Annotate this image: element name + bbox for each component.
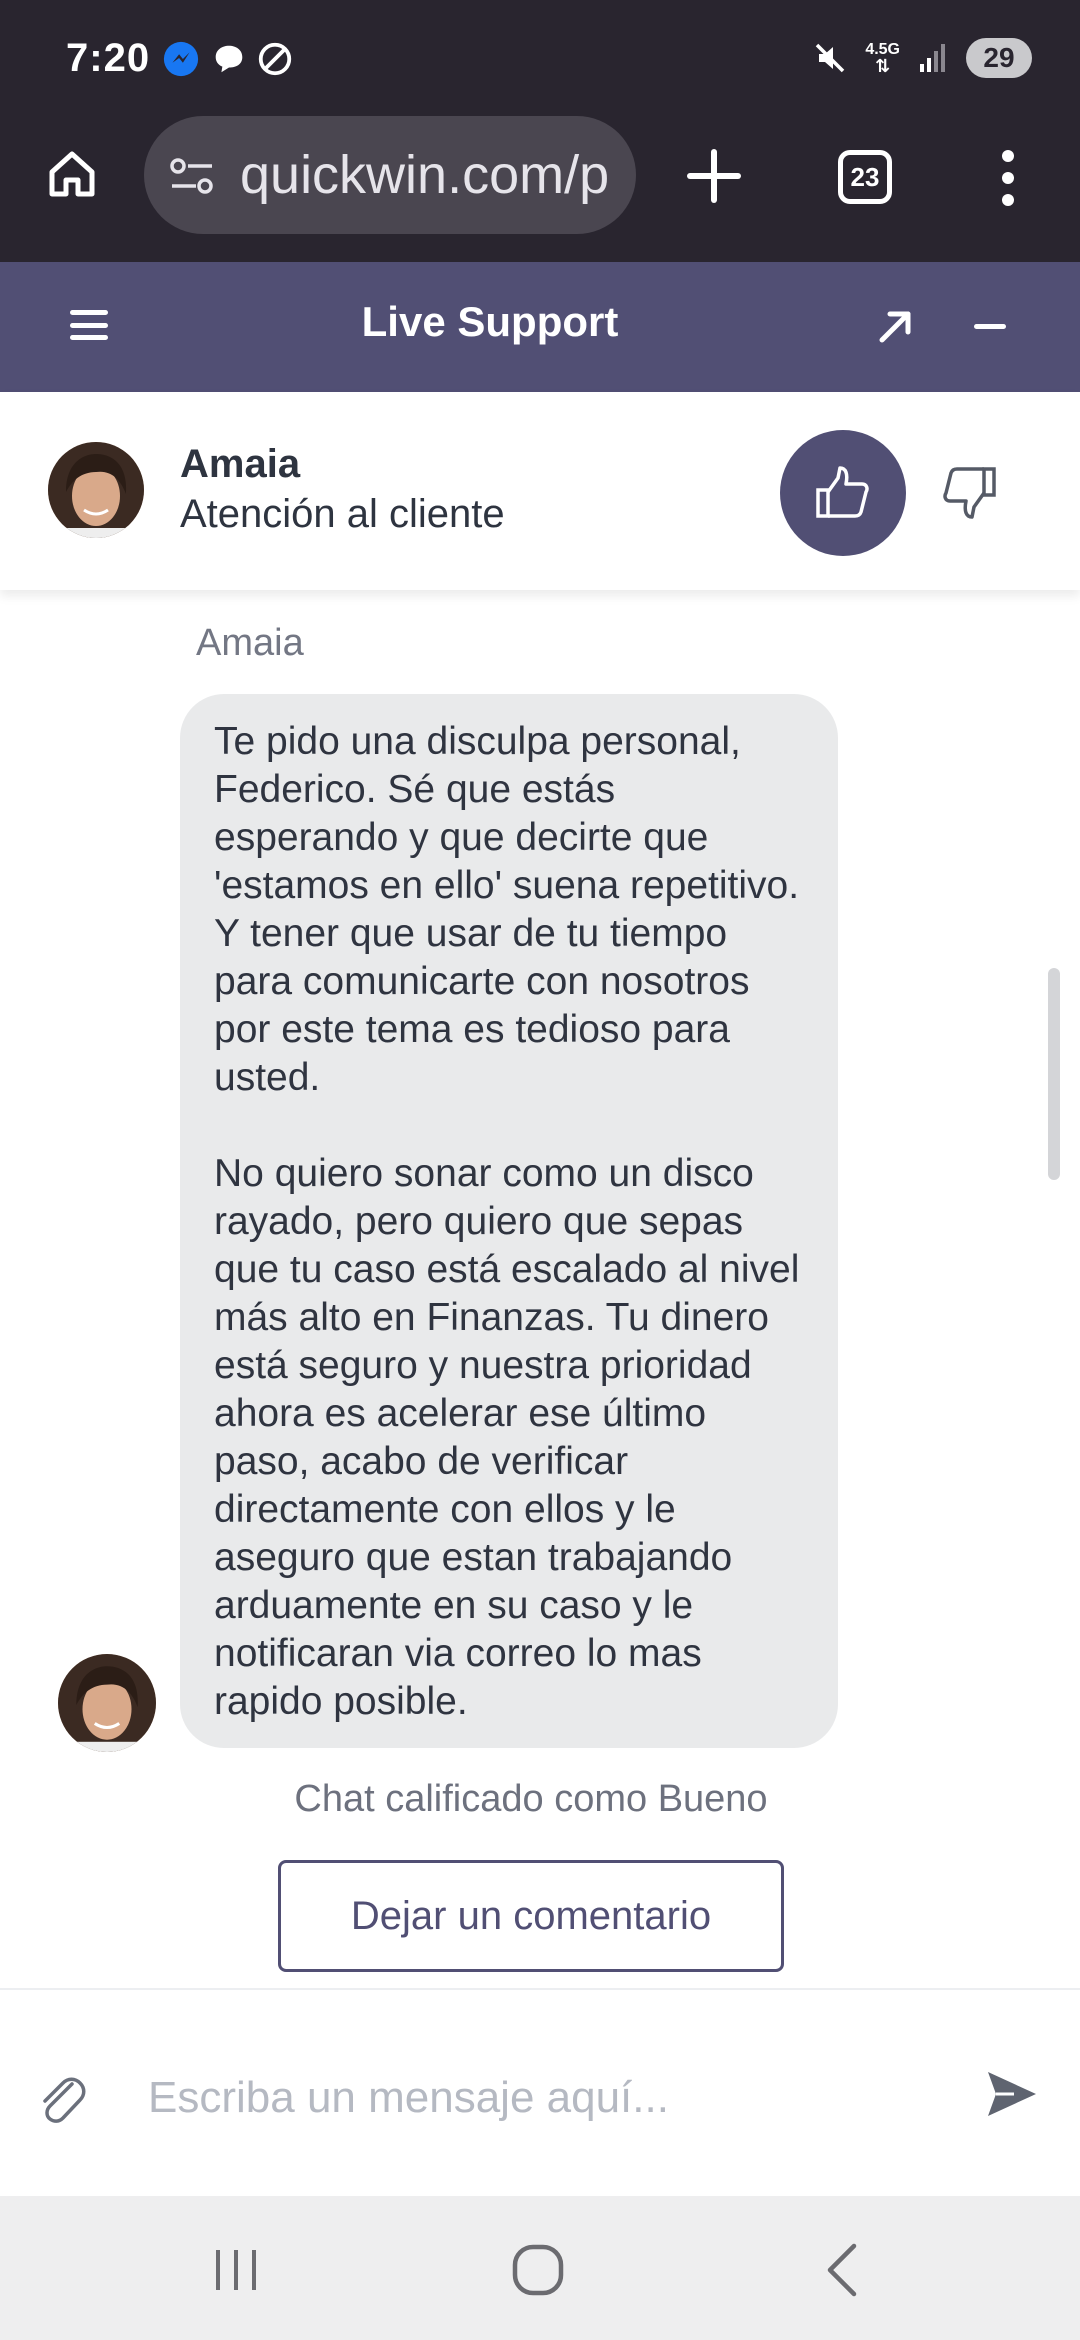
leave-comment-button[interactable]: Dejar un comentario [278,1860,784,1972]
nav-home-button[interactable] [508,2240,568,2300]
thumbs-down-icon [943,467,996,519]
header-title: Live Support [361,298,619,345]
system-nav-bar [0,2196,1080,2340]
chat-area[interactable]: Amaia Te pido una disculpa personal, Fed… [0,590,1080,1988]
signal-icon [920,44,945,72]
facebook-messenger-icon [163,41,199,77]
agent-bar: Amaia Atención al cliente [0,392,1080,590]
address-bar[interactable]: quickwin.com/p [144,116,636,234]
nav-home-icon [512,2244,564,2296]
mute-icon [816,43,845,73]
recent-apps-button[interactable] [206,2240,266,2300]
recent-apps-icon [216,2250,256,2290]
back-icon [827,2243,857,2297]
thumbs-up-icon [816,466,869,518]
url-text[interactable]: quickwin.com/p [240,144,620,206]
status-right: 4.5G ⇅ 29 [813,36,1032,80]
tabs-button[interactable]: 23 [838,150,892,204]
agent-photo [58,1654,156,1752]
send-icon[interactable] [984,2066,1040,2122]
message-sender: Amaia [196,622,304,664]
message-bubble: Te pido una disculpa personal, Federico.… [180,694,838,1748]
back-button[interactable] [812,2240,872,2300]
do-not-disturb-icon [258,42,292,76]
agent-photo [48,442,144,538]
rating-status: Chat calificado como Bueno [294,1778,768,1820]
agent-role: Atención al cliente [180,492,505,536]
message-avatar [58,1654,156,1752]
chat-scrollbar[interactable] [1048,968,1060,1180]
home-button[interactable] [40,142,104,206]
expand-icon[interactable] [876,306,916,346]
message-text: Te pido una disculpa personal, Federico.… [214,720,800,1723]
live-support-header: Live Support [0,262,1080,392]
status-time: 7:20 [66,36,151,80]
home-icon [49,151,95,197]
browser-chrome: 7:20 4.5G ⇅ 29 quickwin.com/p 23 [0,0,1080,262]
site-settings-icon[interactable] [168,156,216,196]
message-composer [0,1988,1080,2196]
agent-avatar [48,442,144,538]
attachment-icon[interactable] [36,2070,86,2126]
tab-count: 23 [850,161,880,192]
thumbs-up-button[interactable] [780,430,906,556]
battery-indicator: 29 [966,38,1032,78]
status-bar: 7:20 4.5G ⇅ 29 [0,0,1080,118]
message-input[interactable] [120,2050,960,2146]
network-indicator: 4.5G ⇅ [865,41,900,76]
chat-bubble-icon [215,45,243,73]
minimize-icon[interactable] [974,324,1006,329]
new-tab-plus-icon[interactable] [684,146,744,206]
thumbs-down-button[interactable] [936,452,1002,532]
more-vert-icon[interactable] [996,150,1020,206]
agent-name: Amaia [180,442,301,486]
